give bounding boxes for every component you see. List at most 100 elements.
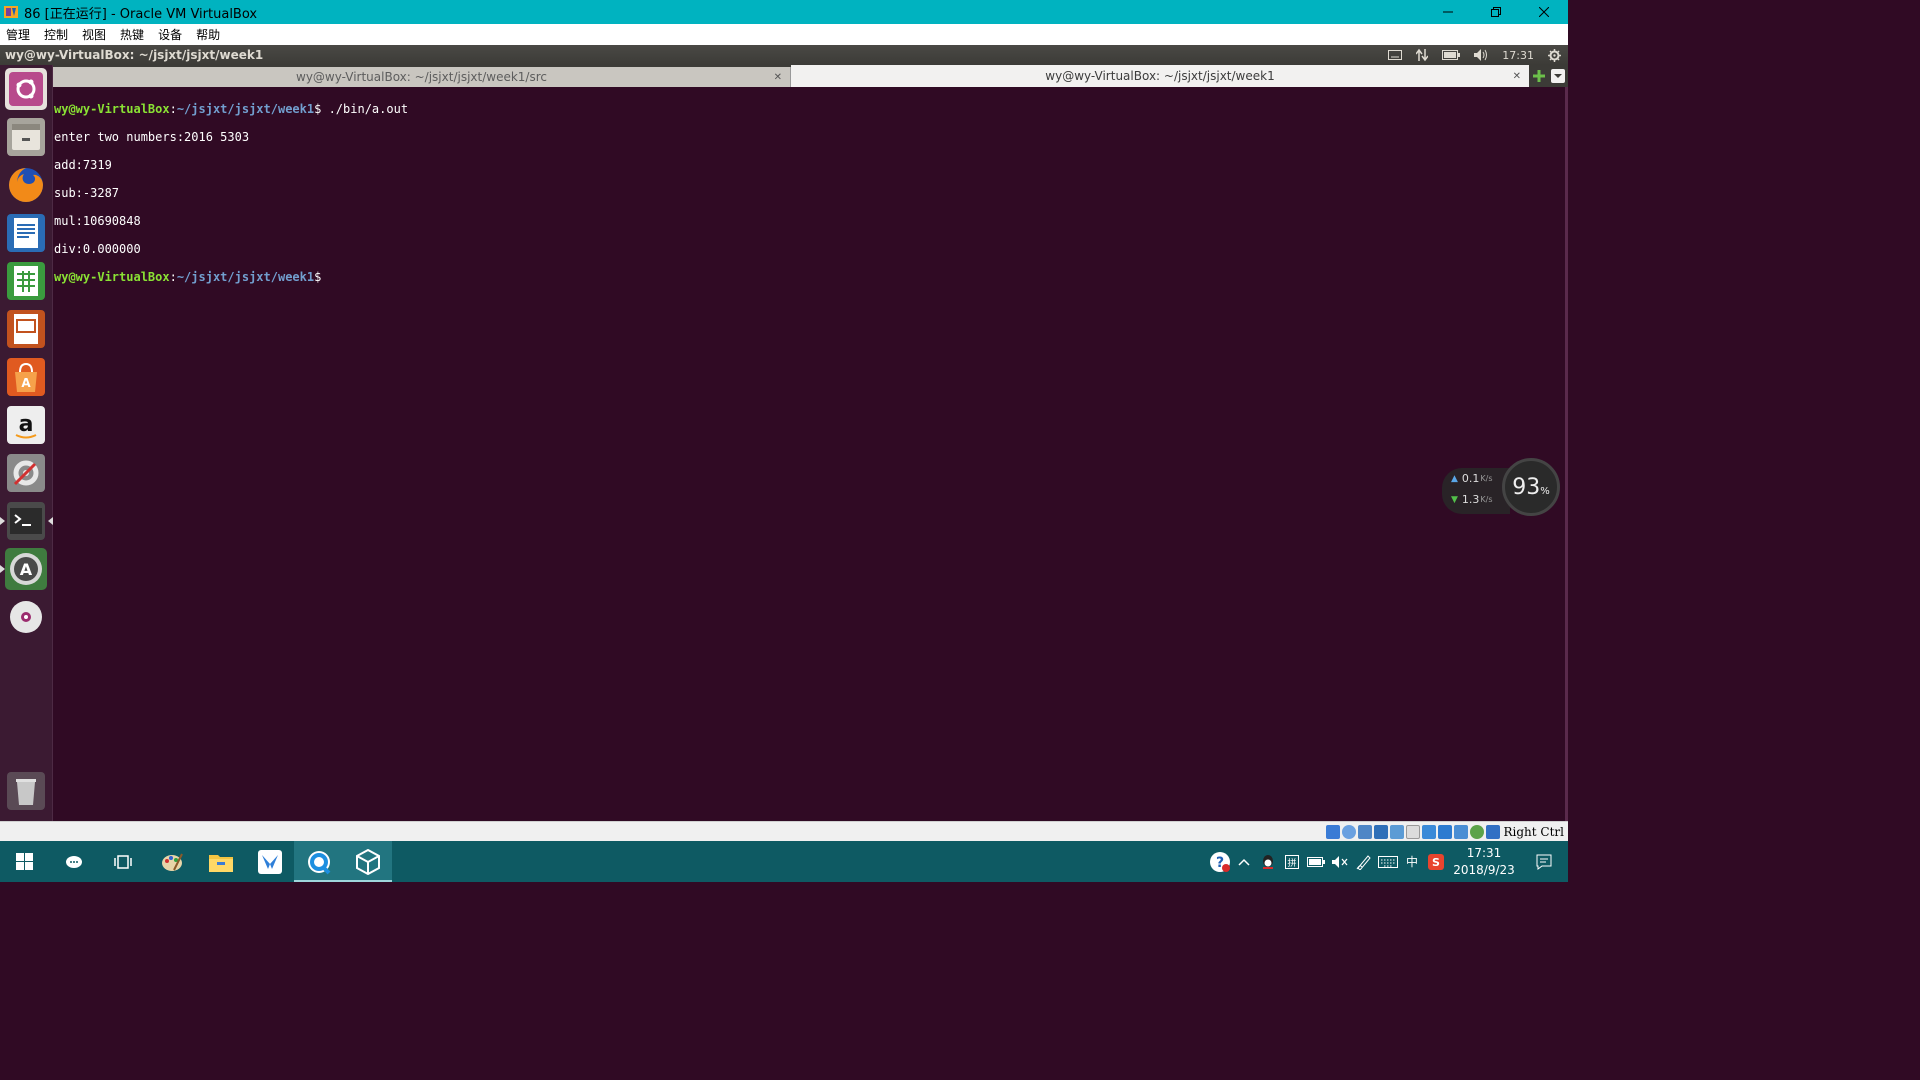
browser-app-icon[interactable] — [294, 841, 343, 882]
network-arrows-icon[interactable] — [1416, 48, 1429, 62]
help-icon[interactable]: ? — [1208, 841, 1232, 882]
tab-src-label: wy@wy-VirtualBox: ~/jsjxt/jsjxt/week1/sr… — [296, 70, 547, 84]
close-icon[interactable]: ✕ — [1513, 71, 1521, 82]
mouse-integration-icon[interactable] — [1469, 824, 1484, 839]
windows-taskbar: ? 拼 中 S 17:31 2018/9/23 — [0, 841, 1568, 882]
terminal-scrollbar[interactable] — [1565, 87, 1568, 821]
menu-hotkey[interactable]: 热键 — [120, 26, 144, 43]
host-titlebar: 86 [正在运行] - Oracle VM VirtualBox — [0, 0, 1568, 24]
prompt-cwd: ~/jsjxt/jsjxt/week1 — [176, 270, 315, 284]
new-tab-icon[interactable] — [1529, 65, 1548, 87]
gear-icon[interactable] — [1548, 48, 1561, 62]
software-updater-icon[interactable]: A — [5, 548, 47, 590]
ime-status-icon[interactable]: 拼 — [1280, 841, 1304, 882]
files-icon[interactable] — [5, 116, 47, 158]
network-icon[interactable] — [1373, 824, 1388, 839]
display-icon[interactable] — [1421, 824, 1436, 839]
prompt-cwd: ~/jsjxt/jsjxt/week1 — [176, 102, 315, 116]
panel-window-title: wy@wy-VirtualBox: ~/jsjxt/jsjxt/week1 — [5, 48, 264, 62]
menu-view[interactable]: 视图 — [82, 26, 106, 43]
menu-manage[interactable]: 管理 — [6, 26, 30, 43]
libreoffice-writer-icon[interactable] — [5, 212, 47, 254]
libreoffice-impress-icon[interactable] — [5, 308, 47, 350]
paint-app-icon[interactable] — [147, 841, 196, 882]
host-window-title: 86 [正在运行] - Oracle VM VirtualBox — [24, 6, 258, 22]
battery-icon[interactable] — [1304, 841, 1328, 882]
system-settings-icon[interactable] — [5, 452, 47, 494]
download-arrow-icon: ▼ — [1451, 494, 1458, 505]
menu-devices[interactable]: 设备 — [158, 26, 182, 43]
command-line: wy@wy-VirtualBox:~/jsjxt/jsjxt/week1$ ./… — [54, 102, 409, 116]
upload-arrow-icon: ▲ — [1451, 473, 1458, 484]
file-explorer-icon[interactable] — [196, 841, 245, 882]
amazon-icon[interactable]: a — [5, 404, 47, 446]
keyboard-capture-icon[interactable] — [1485, 824, 1500, 839]
pen-icon[interactable] — [1352, 841, 1376, 882]
output-line: sub:-3287 — [54, 186, 120, 200]
panel-clock[interactable]: 17:31 — [1502, 49, 1534, 62]
output-line: div:0.000000 — [54, 242, 141, 256]
mail-app-icon[interactable] — [245, 841, 294, 882]
network-speeds: ▲ 0.1 K/s ▼ 1.3 K/s — [1442, 468, 1510, 514]
system-tray: ? 拼 中 S 17:31 2018/9/23 — [1208, 841, 1568, 882]
ubuntu-top-panel: wy@wy-VirtualBox: ~/jsjxt/jsjxt/week1 17… — [0, 45, 1568, 65]
virtualbox-app-icon — [2, 3, 20, 21]
trash-icon[interactable] — [5, 770, 47, 812]
shared-folders-icon[interactable] — [1405, 824, 1420, 839]
close-icon[interactable]: ✕ — [774, 72, 782, 83]
dvd-icon[interactable] — [5, 596, 47, 638]
volume-icon[interactable] — [1474, 49, 1488, 61]
action-center-icon[interactable] — [1520, 841, 1568, 882]
clock-date: 2018/9/23 — [1453, 862, 1515, 877]
active-app-indicator — [294, 880, 343, 882]
running-indicator-icon — [0, 517, 5, 525]
tab-menu-icon[interactable] — [1548, 65, 1567, 87]
svg-text:a: a — [19, 412, 34, 437]
touch-keyboard-icon[interactable] — [1376, 841, 1400, 882]
video-capture-icon[interactable] — [1437, 824, 1452, 839]
terminal-icon[interactable] — [5, 500, 47, 542]
restore-button[interactable] — [1472, 0, 1520, 24]
task-view-icon[interactable] — [98, 841, 147, 882]
output-line: add:7319 — [54, 158, 112, 172]
tab-src[interactable]: wy@wy-VirtualBox: ~/jsjxt/jsjxt/week1/sr… — [53, 67, 791, 87]
audio-icon[interactable] — [1357, 824, 1372, 839]
taskbar-clock[interactable]: 17:31 2018/9/23 — [1448, 845, 1520, 879]
ubuntu-software-icon[interactable]: A — [5, 356, 47, 398]
menu-help[interactable]: 帮助 — [196, 26, 220, 43]
host-statusbar: Right Ctrl — [0, 821, 1568, 841]
keyboard-icon[interactable] — [1388, 50, 1403, 60]
svg-text:A: A — [21, 376, 31, 390]
menu-control[interactable]: 控制 — [44, 26, 68, 43]
active-app-indicator — [343, 880, 392, 882]
memory-usage-gauge[interactable]: 93% — [1502, 458, 1560, 516]
cortana-icon[interactable] — [49, 841, 98, 882]
close-button[interactable] — [1520, 0, 1568, 24]
svg-text:S: S — [1432, 856, 1440, 869]
battery-icon[interactable] — [1442, 50, 1461, 60]
sogou-ime-icon[interactable]: S — [1424, 841, 1448, 882]
qq-icon[interactable] — [1256, 841, 1280, 882]
windows-start-icon[interactable] — [0, 841, 49, 882]
tab-week1[interactable]: wy@wy-VirtualBox: ~/jsjxt/jsjxt/week1 ✕ — [791, 65, 1529, 87]
virtualbox-taskbar-icon[interactable] — [343, 841, 392, 882]
running-indicator-icon — [0, 565, 5, 573]
libreoffice-calc-icon[interactable] — [5, 260, 47, 302]
host-menubar: 管理 控制 视图 热键 设备 帮助 — [0, 24, 1568, 45]
terminal-output[interactable]: wy@wy-VirtualBox:~/jsjxt/jsjxt/week1$ ./… — [53, 87, 1565, 821]
prompt-user-host: wy@wy-VirtualBox — [54, 102, 170, 116]
usb-icon[interactable] — [1389, 824, 1404, 839]
download-speed: ▼ 1.3 K/s — [1451, 493, 1493, 506]
input-language-indicator[interactable]: 中 — [1400, 841, 1424, 882]
ubuntu-dash-icon[interactable] — [5, 68, 47, 110]
optical-drive-icon[interactable] — [1341, 824, 1356, 839]
cpu-icon[interactable] — [1453, 824, 1468, 839]
minimize-button[interactable] — [1424, 0, 1472, 24]
volume-muted-icon[interactable] — [1328, 841, 1352, 882]
firefox-icon[interactable] — [5, 164, 47, 206]
hard-disk-icon[interactable] — [1325, 824, 1340, 839]
network-monitor-widget[interactable]: ▲ 0.1 K/s ▼ 1.3 K/s 93% — [1442, 458, 1562, 520]
host-key-label: Right Ctrl — [1503, 824, 1565, 839]
show-hidden-icons-chevron-icon[interactable] — [1232, 841, 1256, 882]
current-prompt: wy@wy-VirtualBox:~/jsjxt/jsjxt/week1$ — [54, 270, 322, 284]
